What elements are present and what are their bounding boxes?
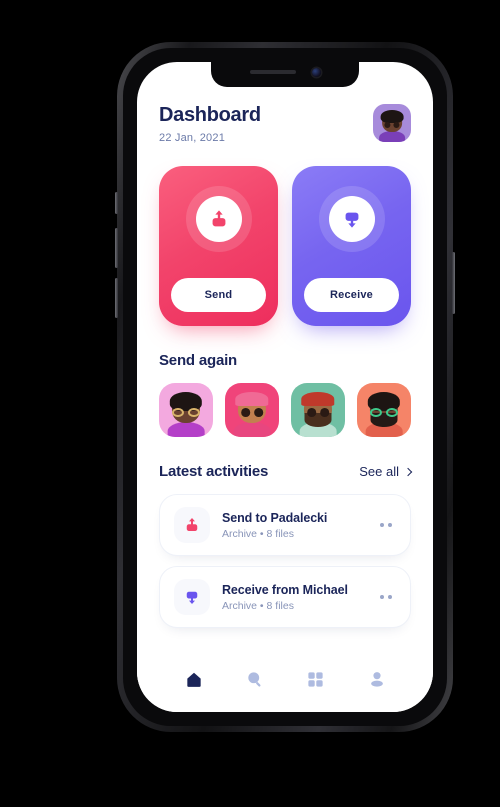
screenshot-stage: Dashboard 22 Jan, 2021 Send Receive Send… [0,0,500,807]
activity-download-icon-wrap [174,579,210,615]
activity-meta: Archive • 8 files [222,527,294,540]
page-header: Dashboard 22 Jan, 2021 [159,104,411,144]
activity-meta: Archive • 8 files [222,599,294,612]
activity-text-group: Send to Padalecki Archive • 8 files [222,511,364,540]
download-icon [186,591,198,605]
app-content: Dashboard 22 Jan, 2021 Send Receive Send… [137,62,433,712]
mute-switch[interactable] [115,192,118,214]
receive-icon-circle [328,196,375,242]
send-again-header: Send again [159,352,411,369]
avatar-eyes [384,121,400,128]
phone-frame: Dashboard 22 Jan, 2021 Send Receive Send… [115,42,455,732]
see-all-label: See all [359,464,399,479]
send-card[interactable]: Send [159,166,278,326]
front-camera-icon [311,67,321,77]
action-cards: Send Receive [159,166,411,326]
see-all-link[interactable]: See all [359,464,413,479]
latest-activities-header: Latest activities See all [159,463,413,480]
avatar[interactable] [373,104,411,142]
receive-button[interactable]: Receive [304,278,399,312]
activity-more-button[interactable] [376,591,396,603]
contact-item-4[interactable] [357,383,411,437]
contact-list [159,383,411,437]
volume-up-button[interactable] [115,228,118,268]
avatar-body [379,131,405,142]
activity-row[interactable]: Send to Padalecki Archive • 8 files [159,494,411,556]
receive-card[interactable]: Receive [292,166,411,326]
contact-item-3[interactable] [291,383,345,437]
send-button[interactable]: Send [171,278,266,312]
activity-upload-icon-wrap [174,507,210,543]
activity-row[interactable]: Receive from Michael Archive • 8 files [159,566,411,628]
search-icon [247,672,260,687]
latest-activities-title: Latest activities [159,463,269,480]
glasses-icon [171,407,201,417]
receive-icon-ring [318,186,385,252]
chevron-right-icon [403,467,413,476]
beanie-icon [301,391,335,406]
activity-title: Send to Padalecki [222,510,328,525]
page-title: Dashboard [159,104,261,126]
glasses-icon [369,407,399,417]
grid-icon [308,671,323,687]
contact-item-1[interactable] [159,383,213,437]
activity-more-button[interactable] [376,519,396,531]
upload-icon [212,210,225,227]
volume-down-button[interactable] [115,278,118,318]
profile-icon [370,672,383,687]
download-icon [345,212,358,228]
send-icon-ring [185,186,252,252]
nav-home[interactable] [177,662,211,696]
nav-grid[interactable] [299,662,333,696]
home-icon [186,672,201,687]
page-date: 22 Jan, 2021 [159,132,226,144]
cap-icon [235,391,269,406]
power-button[interactable] [452,252,455,314]
phone-screen: Dashboard 22 Jan, 2021 Send Receive Send… [137,62,433,712]
bottom-navigation [137,654,433,712]
activity-list: Send to Padalecki Archive • 8 files Rece… [159,494,411,628]
contact-item-2[interactable] [225,383,279,437]
activity-text-group: Receive from Michael Archive • 8 files [222,583,364,612]
nav-profile[interactable] [360,662,394,696]
nav-search[interactable] [238,662,272,696]
send-icon-circle [195,196,242,242]
upload-icon [186,517,198,531]
activity-title: Receive from Michael [222,582,348,597]
phone-bezel: Dashboard 22 Jan, 2021 Send Receive Send… [123,48,447,726]
phone-notch [211,62,359,87]
send-again-title: Send again [159,352,238,369]
earpiece-speaker [249,70,296,74]
header-text-group: Dashboard 22 Jan, 2021 [159,104,261,144]
